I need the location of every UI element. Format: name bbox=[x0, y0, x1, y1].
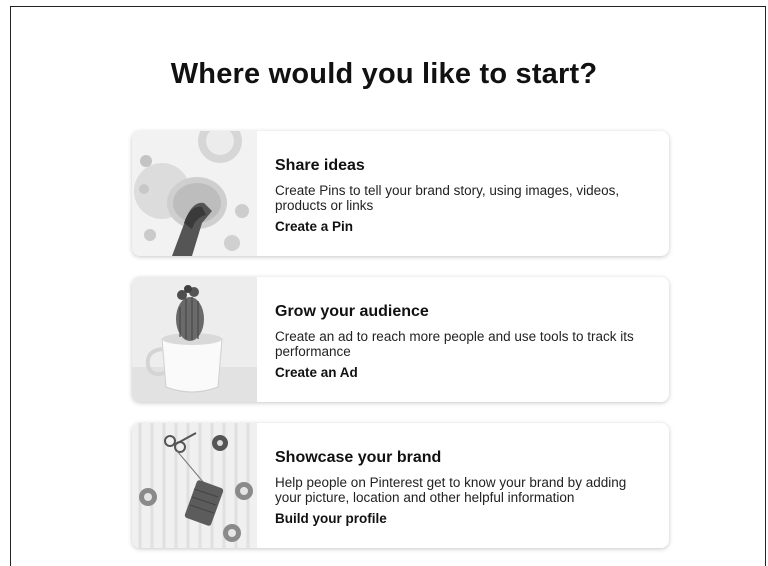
build-profile-link[interactable]: Build your profile bbox=[275, 511, 387, 527]
grow-audience-card[interactable]: Grow your audience Create an ad to reach… bbox=[132, 277, 669, 402]
showcase-brand-card[interactable]: Showcase your brand Help people on Pinte… bbox=[132, 423, 669, 548]
showcase-brand-description: Help people on Pinterest get to know you… bbox=[275, 475, 627, 505]
create-pin-link[interactable]: Create a Pin bbox=[275, 219, 353, 235]
share-ideas-card[interactable]: Share ideas Create Pins to tell your bra… bbox=[132, 131, 669, 256]
share-ideas-title: Share ideas bbox=[275, 157, 365, 174]
grow-audience-title: Grow your audience bbox=[275, 303, 429, 320]
cactus-cup-image bbox=[132, 277, 257, 402]
share-ideas-description: Create Pins to tell your brand story, us… bbox=[275, 183, 620, 213]
page-title: Where would you like to start? bbox=[170, 58, 598, 90]
showcase-brand-title: Showcase your brand bbox=[275, 449, 442, 466]
create-ad-link[interactable]: Create an Ad bbox=[275, 365, 358, 381]
grow-audience-description: Create an ad to reach more people and us… bbox=[275, 329, 634, 359]
crafting-hands-image bbox=[132, 131, 257, 256]
twine-scissors-image bbox=[132, 423, 257, 548]
